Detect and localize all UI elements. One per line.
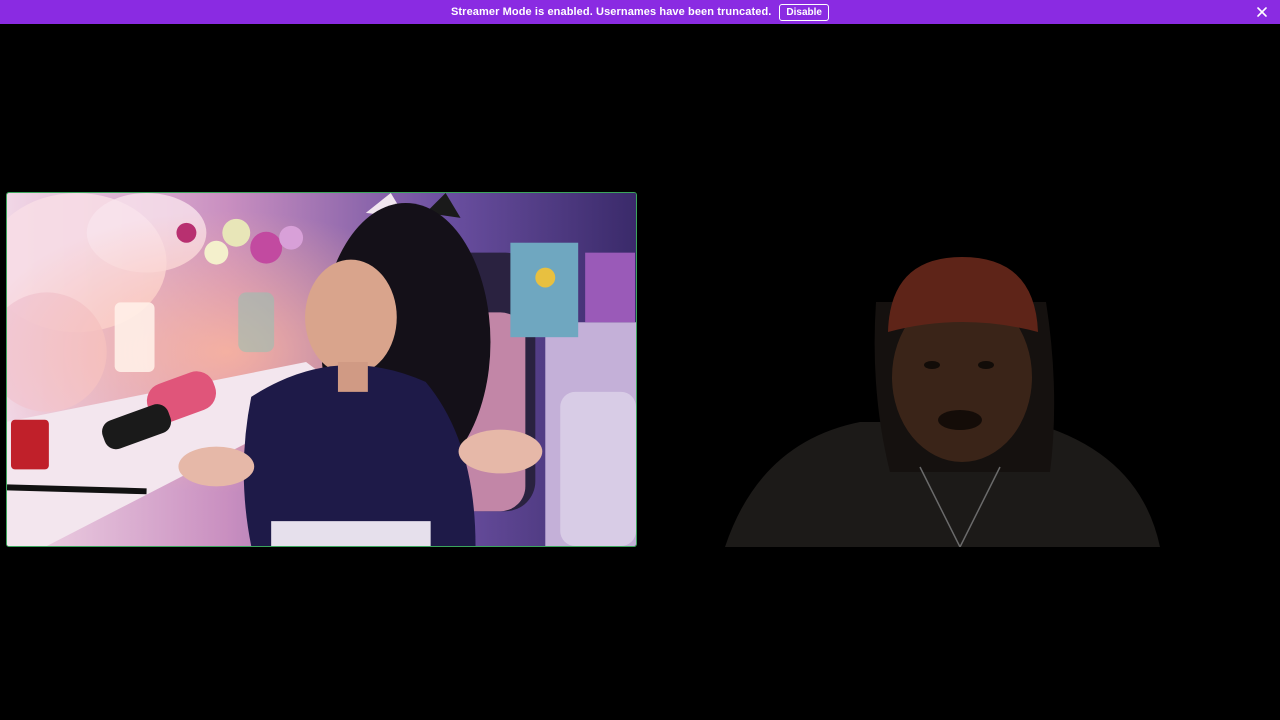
- video-feed-left: [7, 193, 636, 546]
- video-feed-right: [640, 192, 1274, 547]
- participant-video-tile-right[interactable]: [640, 192, 1274, 547]
- streamer-mode-banner: Streamer Mode is enabled. Usernames have…: [0, 0, 1280, 24]
- participant-video-tile-left[interactable]: [6, 192, 637, 547]
- call-view: Streamer Mode is enabled. Usernames have…: [0, 0, 1280, 720]
- streamer-mode-message: Streamer Mode is enabled. Usernames have…: [450, 6, 772, 18]
- close-icon[interactable]: [1256, 6, 1268, 18]
- disable-streamer-mode-button[interactable]: Disable: [779, 3, 829, 21]
